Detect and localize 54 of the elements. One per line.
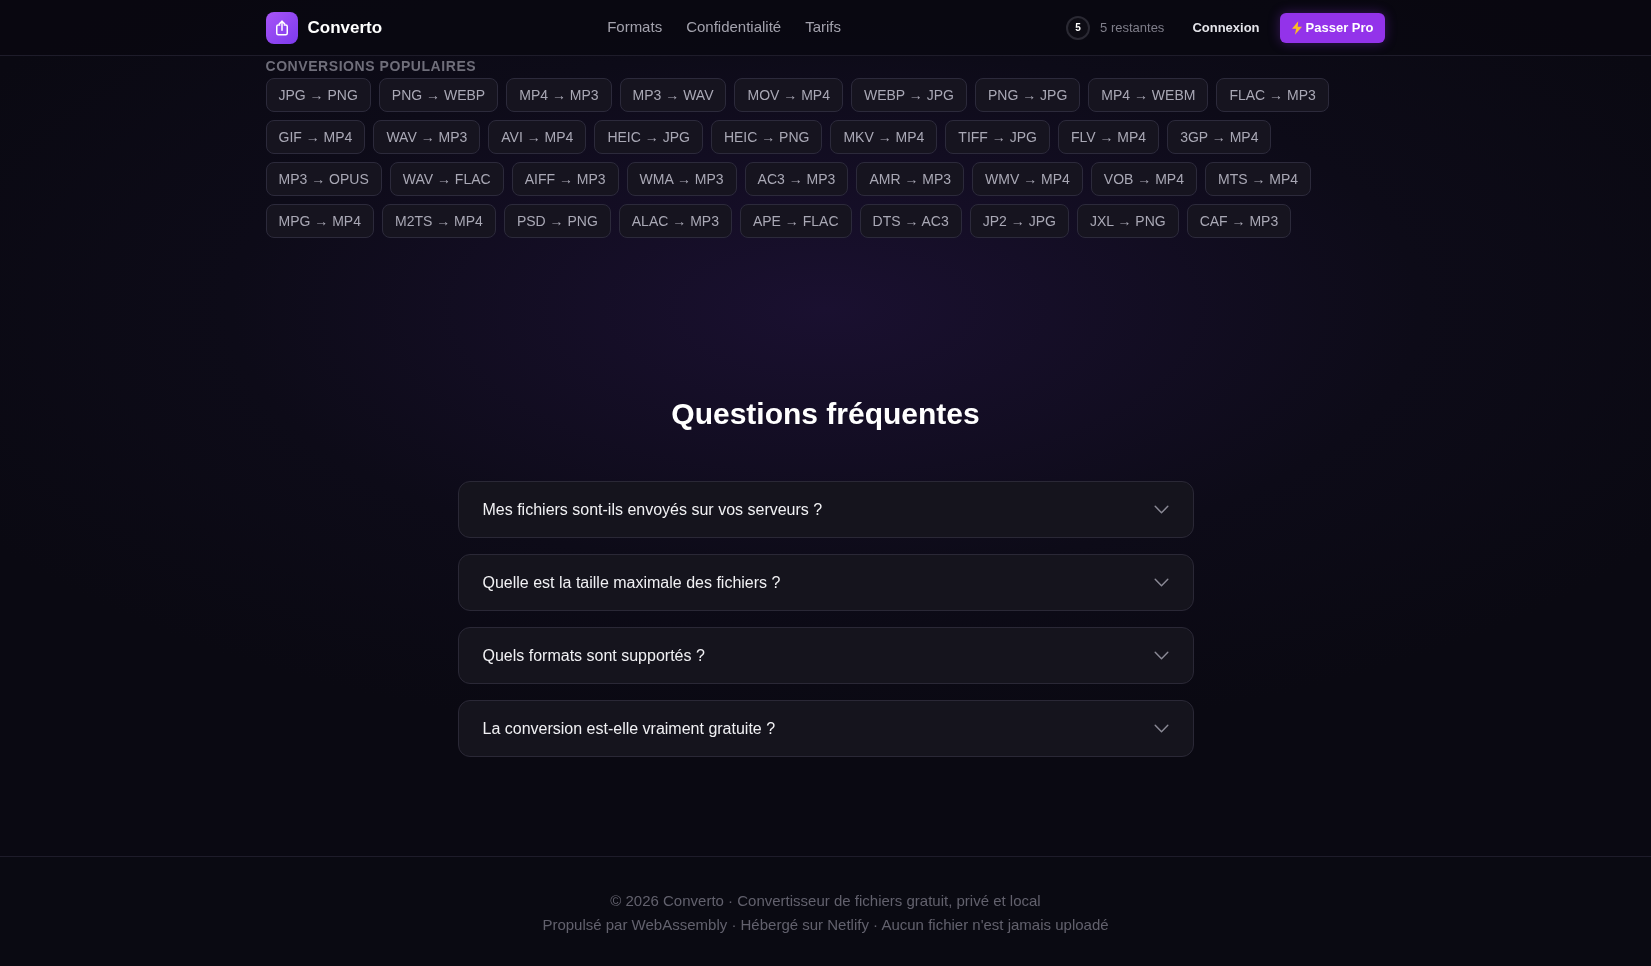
conversion-button[interactable]: WMA → MP3 xyxy=(626,162,737,196)
conversion-button[interactable]: MP4 → WEBM xyxy=(1088,78,1209,112)
lightning-icon xyxy=(1291,20,1302,35)
conversion-button[interactable]: MPG → MP4 xyxy=(265,204,374,238)
conversion-button[interactable]: PNG → WEBP xyxy=(378,78,499,112)
brand-name: Converto xyxy=(307,16,383,39)
conversion-button[interactable]: MKV → MP4 xyxy=(830,120,938,154)
conversion-button[interactable]: PSD → PNG xyxy=(503,204,611,238)
footer-text: © 2026 Converto · Convertisseur de fichiers gratuit, privé et local xyxy=(610,891,1041,911)
conversion-button[interactable]: VOB → MP4 xyxy=(1090,162,1197,196)
faq-item[interactable]: Quels formats sont supportés ? xyxy=(457,627,1194,684)
conversion-button[interactable]: HEIC → JPG xyxy=(594,120,703,154)
nav-link[interactable]: Confidentialité xyxy=(686,16,782,39)
faq-item[interactable]: Mes fichiers sont-ils envoyés sur vos serveurs ? xyxy=(457,481,1194,538)
conversion-button[interactable]: M2TS → MP4 xyxy=(381,204,496,238)
conversion-button[interactable]: MP3 → WAV xyxy=(619,78,727,112)
footer-text: Propulsé par WebAssembly · Hébergé sur Netlify · Aucun fichier n'est jamais uploadé xyxy=(542,915,1109,935)
faq-item[interactable]: La conversion est-elle vraiment gratuite ? xyxy=(457,700,1194,757)
conversion-button[interactable]: APE → FLAC xyxy=(739,204,852,238)
conversion-button[interactable]: GIF → MP4 xyxy=(265,120,366,154)
conversion-button[interactable]: WAV → FLAC xyxy=(389,162,504,196)
conversion-button[interactable]: WAV → MP3 xyxy=(373,120,481,154)
conversion-button[interactable]: AVI → MP4 xyxy=(488,120,587,154)
conversion-button[interactable]: AC3 → MP3 xyxy=(744,162,849,196)
conversion-button[interactable]: CAF → MP3 xyxy=(1186,204,1292,238)
conversion-button[interactable]: PNG → JPG xyxy=(974,78,1081,112)
conversion-button[interactable]: JXL → PNG xyxy=(1076,204,1179,238)
conversion-button[interactable]: 3GP → MP4 xyxy=(1167,120,1272,154)
conversion-button[interactable]: HEIC → PNG xyxy=(710,120,823,154)
upgrade-button[interactable]: Passer Pro xyxy=(1279,12,1386,43)
conversion-button[interactable]: AIFF → MP3 xyxy=(511,162,619,196)
nav-link[interactable]: Tarifs xyxy=(805,16,842,39)
faq-item[interactable]: Quelle est la taille maximale des fichiers ? xyxy=(457,554,1194,611)
nav-link[interactable]: Formats xyxy=(607,16,663,39)
conversion-button[interactable]: AMR → MP3 xyxy=(856,162,965,196)
app-logo-icon xyxy=(265,11,298,44)
conversion-button[interactable]: FLAC → MP3 xyxy=(1216,78,1329,112)
faq-title: Questions fréquentes xyxy=(671,396,980,432)
conversion-button[interactable]: FLV → MP4 xyxy=(1057,120,1160,154)
conversion-button[interactable]: DTS → AC3 xyxy=(859,204,962,238)
section-title: CONVERSIONS POPULAIRES xyxy=(265,58,478,74)
conversion-button[interactable]: JPG → PNG xyxy=(265,78,371,112)
conversion-button[interactable]: TIFF → JPG xyxy=(945,120,1050,154)
conversion-button[interactable]: MOV → MP4 xyxy=(734,78,843,112)
conversion-button[interactable]: MP3 → OPUS xyxy=(265,162,382,196)
credits-counter: 5 xyxy=(1066,15,1091,40)
login-button[interactable]: Connexion xyxy=(1180,11,1272,44)
credits-remaining: 5 restantes xyxy=(1100,18,1165,37)
conversion-button[interactable]: WMV → MP4 xyxy=(972,162,1083,196)
conversion-button[interactable]: MP4 → MP3 xyxy=(506,78,612,112)
conversion-button[interactable]: WEBP → JPG xyxy=(850,78,967,112)
conversion-button[interactable]: JP2 → JPG xyxy=(969,204,1069,238)
conversion-button[interactable]: ALAC → MP3 xyxy=(618,204,732,238)
conversion-button[interactable]: MTS → MP4 xyxy=(1205,162,1312,196)
